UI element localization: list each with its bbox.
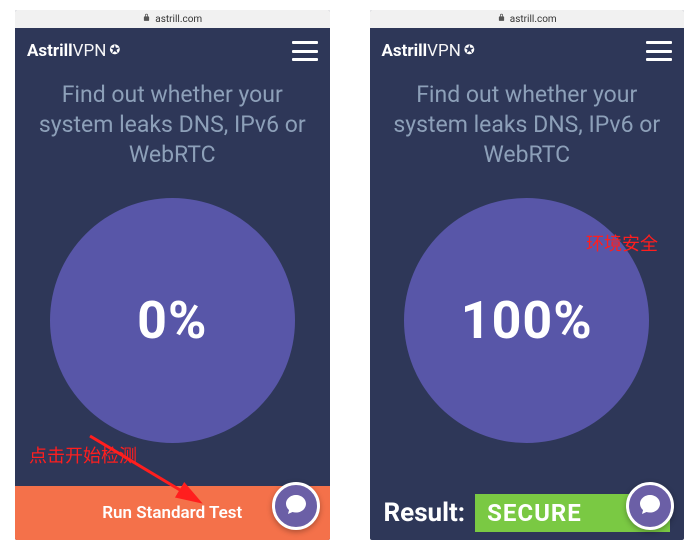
menu-icon[interactable] xyxy=(292,41,318,61)
page-headline: Find out whether your system leaks DNS, … xyxy=(370,74,685,180)
chat-icon xyxy=(284,492,308,520)
brand-part2: VPN xyxy=(73,41,107,61)
annotation-text: 点击开始检测 xyxy=(29,442,137,468)
run-test-label: Run Standard Test xyxy=(102,503,242,523)
screenshot-left: astrill.com Astrill VPN ✪ Find out wheth… xyxy=(15,10,330,540)
brand-part1: Astrill xyxy=(382,41,428,61)
gauge-area: 100% 环境安全 xyxy=(370,180,685,486)
chat-fab[interactable] xyxy=(626,482,674,530)
chat-fab[interactable] xyxy=(272,482,320,530)
screenshot-right: astrill.com Astrill VPN ✪ Find out wheth… xyxy=(370,10,685,540)
lock-icon xyxy=(142,13,151,25)
result-value: SECURE xyxy=(487,499,582,527)
gauge-value: 0% xyxy=(137,290,207,351)
chat-icon xyxy=(638,492,662,520)
top-bar: Astrill VPN ✪ xyxy=(370,28,685,74)
address-domain: astrill.com xyxy=(510,14,557,25)
gauge-area: 0% 点击开始检测 xyxy=(15,180,330,486)
page-headline: Find out whether your system leaks DNS, … xyxy=(15,74,330,180)
brand-part1: Astrill xyxy=(27,41,73,61)
top-bar: Astrill VPN ✪ xyxy=(15,28,330,74)
brand-logo[interactable]: Astrill VPN ✪ xyxy=(382,41,475,61)
brand-badge-icon: ✪ xyxy=(464,43,475,58)
gauge-value: 100% xyxy=(461,290,593,351)
address-domain: astrill.com xyxy=(155,14,202,25)
menu-icon[interactable] xyxy=(646,41,672,61)
address-bar: astrill.com xyxy=(15,10,330,28)
brand-logo[interactable]: Astrill VPN ✪ xyxy=(27,41,120,61)
address-bar: astrill.com xyxy=(370,10,685,28)
progress-gauge: 100% xyxy=(404,198,649,443)
brand-badge-icon: ✪ xyxy=(109,43,120,58)
progress-gauge: 0% xyxy=(50,198,295,443)
result-label: Result: xyxy=(384,498,466,528)
lock-icon xyxy=(497,13,506,25)
brand-part2: VPN xyxy=(427,41,461,61)
